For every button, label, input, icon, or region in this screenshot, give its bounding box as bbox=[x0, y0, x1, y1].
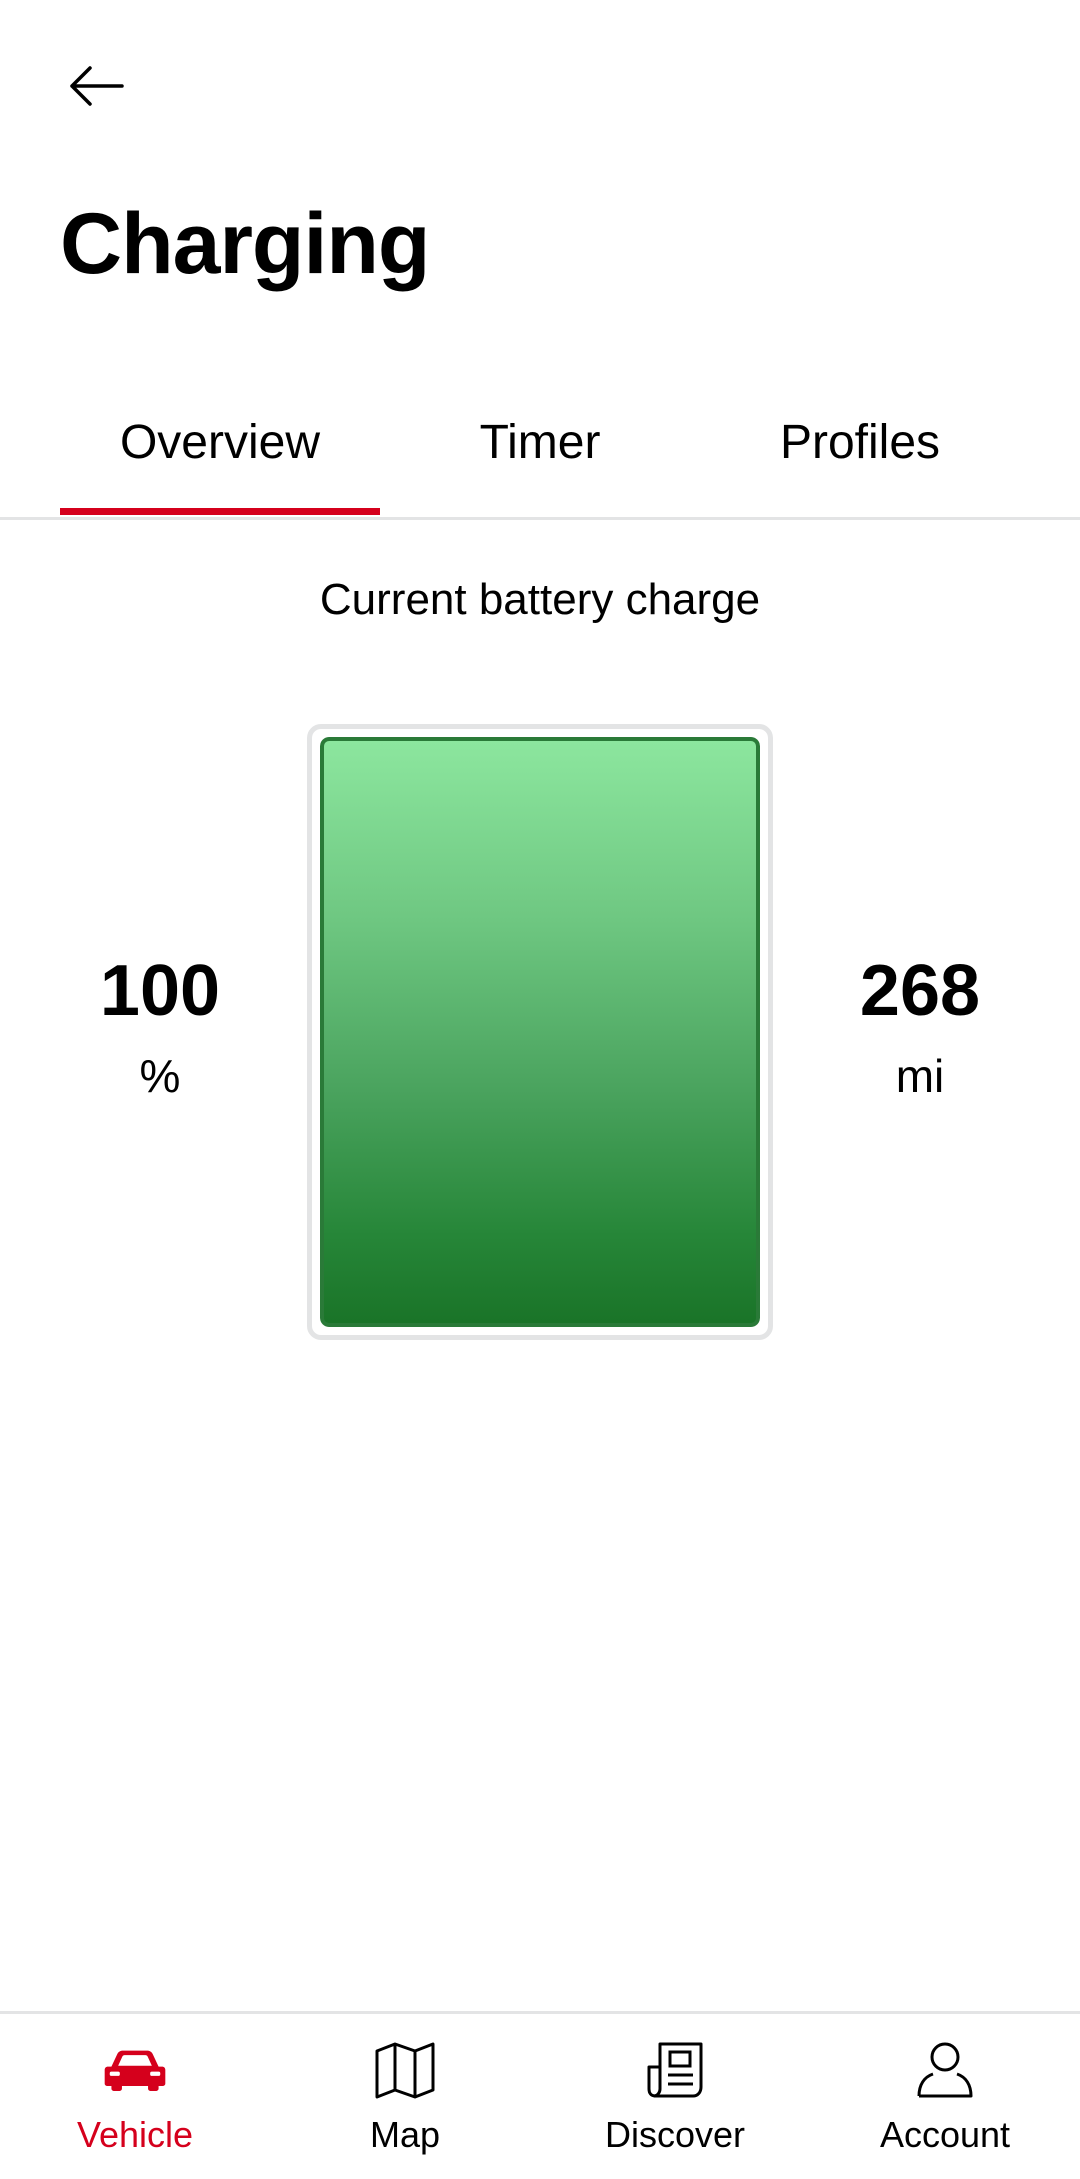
charge-value: 100 bbox=[99, 951, 221, 1031]
tab-bar: Overview Timer Profiles bbox=[0, 395, 1080, 520]
battery-track bbox=[320, 737, 760, 1327]
range-unit: mi bbox=[895, 1050, 945, 1102]
tab-timer[interactable]: Timer bbox=[380, 415, 700, 515]
page-title: Charging bbox=[60, 196, 430, 292]
user-icon bbox=[913, 2038, 977, 2102]
charge-percentage: 100 % bbox=[40, 955, 280, 1103]
nav-vehicle[interactable]: Vehicle bbox=[0, 2038, 270, 2156]
back-button[interactable] bbox=[60, 50, 132, 122]
range-value: 268 bbox=[859, 951, 981, 1031]
tab-overview[interactable]: Overview bbox=[60, 415, 380, 515]
battery-section-title: Current battery charge bbox=[319, 575, 761, 624]
nav-label-discover: Discover bbox=[604, 2114, 746, 2155]
charge-unit: % bbox=[139, 1050, 181, 1102]
nav-label-map: Map bbox=[369, 2114, 441, 2155]
remaining-range: 268 mi bbox=[800, 955, 1040, 1103]
tab-profiles[interactable]: Profiles bbox=[700, 415, 1020, 515]
battery-gauge bbox=[307, 724, 773, 1340]
arrow-left-icon bbox=[70, 66, 124, 106]
map-icon bbox=[373, 2038, 437, 2102]
nav-label-vehicle: Vehicle bbox=[76, 2114, 194, 2155]
battery-fill bbox=[320, 737, 760, 1327]
nav-discover[interactable]: Discover bbox=[540, 2038, 810, 2156]
nav-account[interactable]: Account bbox=[810, 2038, 1080, 2156]
car-icon bbox=[103, 2038, 167, 2102]
bottom-navigation: Vehicle Map Discover Account bbox=[0, 2011, 1080, 2179]
newspaper-icon bbox=[643, 2038, 707, 2102]
active-tab-indicator bbox=[60, 508, 380, 515]
nav-map[interactable]: Map bbox=[270, 2038, 540, 2156]
nav-label-account: Account bbox=[879, 2114, 1011, 2155]
